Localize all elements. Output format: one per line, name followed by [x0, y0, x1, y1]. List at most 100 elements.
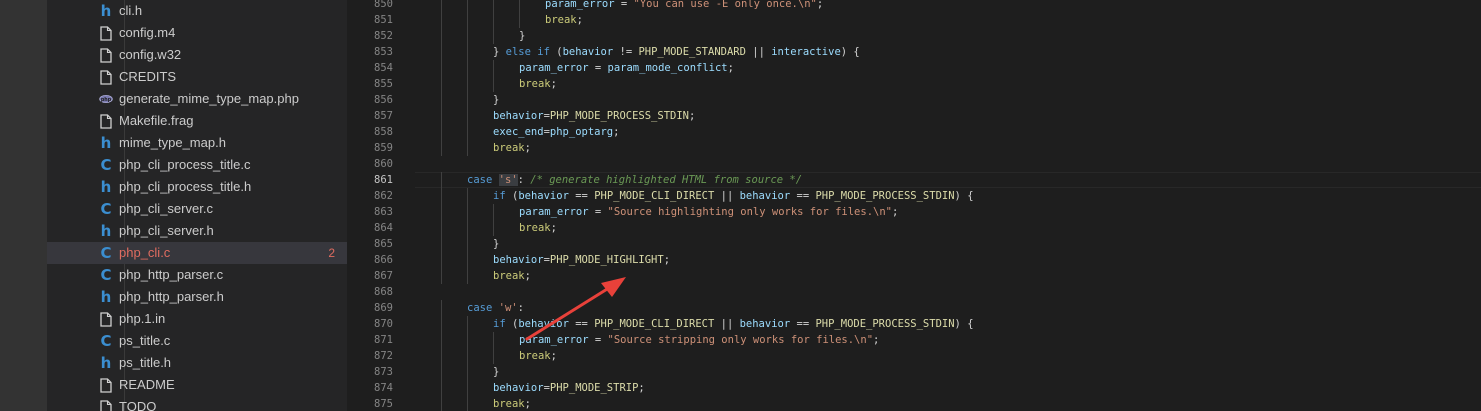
file-name: config.w32 — [119, 47, 182, 62]
code-line[interactable]: } — [493, 236, 499, 252]
indent-guide — [467, 44, 468, 60]
line-number: 868 — [374, 286, 393, 298]
indent-guide — [467, 268, 468, 284]
indent-guide — [441, 92, 442, 108]
line-number: 862 — [374, 190, 393, 202]
file-name: php_cli_process_title.h — [119, 179, 252, 194]
file-item[interactable]: Cphp_cli_server.c — [47, 198, 347, 220]
c-file-icon: C — [100, 244, 112, 262]
file-name: cli.h — [119, 3, 143, 18]
file-item[interactable]: h ps_title.h — [47, 352, 347, 374]
line-number: 875 — [374, 398, 393, 410]
file-name: php_cli_server.c — [119, 201, 213, 216]
indent-guide — [441, 140, 442, 156]
file-item[interactable]: config.w32 — [47, 44, 347, 66]
file-item[interactable]: README — [47, 374, 347, 396]
indent-guide — [441, 0, 442, 12]
line-number-gutter: 850 851 852 853 854 855 856 857 858 859 860 861 862 8… — [347, 0, 393, 411]
indent-guide — [441, 348, 442, 364]
code-line[interactable]: behavior=PHP_MODE_STRIP; — [493, 380, 645, 396]
file-item[interactable]: php.1.in — [47, 308, 347, 330]
file-explorer-sidebar: h cli.h config.m4 config.w32 CREDITS php gener… — [47, 0, 347, 411]
code-line[interactable]: param_error = "Source highlighting only … — [519, 204, 898, 220]
code-line[interactable]: if (behavior == PHP_MODE_CLI_DIRECT || b… — [493, 316, 974, 332]
indent-guide — [441, 12, 442, 28]
code-line[interactable]: } else if (behavior != PHP_MODE_STANDARD… — [493, 44, 860, 60]
file-item[interactable]: Cphp_cli_process_title.c — [47, 154, 347, 176]
indent-guide — [519, 0, 520, 12]
code-line[interactable]: break; — [519, 348, 557, 364]
indent-guide — [441, 220, 442, 236]
code-line[interactable]: break; — [545, 12, 583, 28]
line-number: 855 — [374, 78, 393, 90]
document-icon — [99, 399, 113, 411]
line-number: 870 — [374, 318, 393, 330]
file-item[interactable]: h php_cli_process_title.h — [47, 176, 347, 198]
c-file-icon: C — [100, 332, 112, 350]
file-item[interactable]: Makefile.frag — [47, 110, 347, 132]
code-line[interactable]: break; — [493, 140, 531, 156]
code-line[interactable]: break; — [493, 268, 531, 284]
file-name: CREDITS — [119, 69, 177, 84]
indent-guide — [441, 268, 442, 284]
indent-guide — [467, 220, 468, 236]
file-item[interactable]: h mime_type_map.h — [47, 132, 347, 154]
indent-guide — [467, 76, 468, 92]
indent-guide — [493, 220, 494, 236]
file-name: php_http_parser.h — [119, 289, 224, 304]
indent-guide — [493, 12, 494, 28]
file-name: php.1.in — [119, 311, 166, 326]
svg-text:php: php — [101, 97, 112, 103]
code-line[interactable]: param_error = "Source stripping only wor… — [519, 332, 879, 348]
h-file-icon: h — [100, 178, 112, 196]
code-line[interactable]: param_error = "You can use -E only once.… — [545, 0, 823, 12]
code-line[interactable]: } — [519, 28, 525, 44]
code-line[interactable]: case 'w': — [467, 300, 524, 316]
file-item[interactable]: Cps_title.c — [47, 330, 347, 352]
file-item[interactable]: h php_cli_server.h — [47, 220, 347, 242]
indent-guide — [467, 140, 468, 156]
code-line[interactable]: case 's': /* generate highlighted HTML f… — [467, 172, 802, 188]
code-line[interactable]: break; — [519, 220, 557, 236]
document-icon — [99, 25, 113, 41]
indent-guide — [441, 380, 442, 396]
code-line[interactable]: } — [493, 92, 499, 108]
file-name: ps_title.c — [119, 333, 171, 348]
code-line[interactable]: behavior=PHP_MODE_PROCESS_STDIN; — [493, 108, 695, 124]
indent-guide — [441, 108, 442, 124]
indent-guide — [441, 396, 442, 411]
file-name: README — [119, 377, 175, 392]
line-number: 869 — [374, 302, 393, 314]
line-number: 872 — [374, 350, 393, 362]
code-line[interactable]: break; — [493, 396, 531, 411]
line-number: 859 — [374, 142, 393, 154]
h-file-icon: h — [100, 354, 112, 372]
code-editor[interactable]: 850 851 852 853 854 855 856 857 858 859 860 861 862 8… — [347, 0, 1481, 411]
file-item[interactable]: h php_http_parser.h — [47, 286, 347, 308]
indent-guide — [493, 204, 494, 220]
indent-guide — [467, 316, 468, 332]
indent-guide — [441, 300, 442, 316]
line-number: 873 — [374, 366, 393, 378]
line-number: 851 — [374, 14, 393, 26]
code-line[interactable]: exec_end=php_optarg; — [493, 124, 619, 140]
php-icon: php — [99, 91, 113, 107]
code-line[interactable]: break; — [519, 76, 557, 92]
app-window: h cli.h config.m4 config.w32 CREDITS php gener… — [0, 0, 1481, 411]
code-line[interactable]: } — [493, 364, 499, 380]
h-file-icon: h — [100, 134, 112, 152]
line-number: 857 — [374, 110, 393, 122]
file-item[interactable]: php generate_mime_type_map.php — [47, 88, 347, 110]
file-item[interactable]: Cphp_http_parser.c — [47, 264, 347, 286]
code-line[interactable]: param_error = param_mode_conflict; — [519, 60, 734, 76]
file-item[interactable]: TODO — [47, 396, 347, 411]
c-file-icon: C — [100, 156, 112, 174]
code-line[interactable]: if (behavior == PHP_MODE_CLI_DIRECT || b… — [493, 188, 974, 204]
code-line[interactable]: behavior=PHP_MODE_HIGHLIGHT; — [493, 252, 670, 268]
indent-guide — [467, 396, 468, 411]
file-item[interactable]: config.m4 — [47, 22, 347, 44]
file-item[interactable]: h cli.h — [47, 0, 347, 22]
file-item[interactable]: CREDITS — [47, 66, 347, 88]
code-area[interactable]: param_error = "You can use -E only once.… — [415, 0, 1481, 411]
file-item[interactable]: Cphp_cli.c 2 — [47, 242, 347, 264]
